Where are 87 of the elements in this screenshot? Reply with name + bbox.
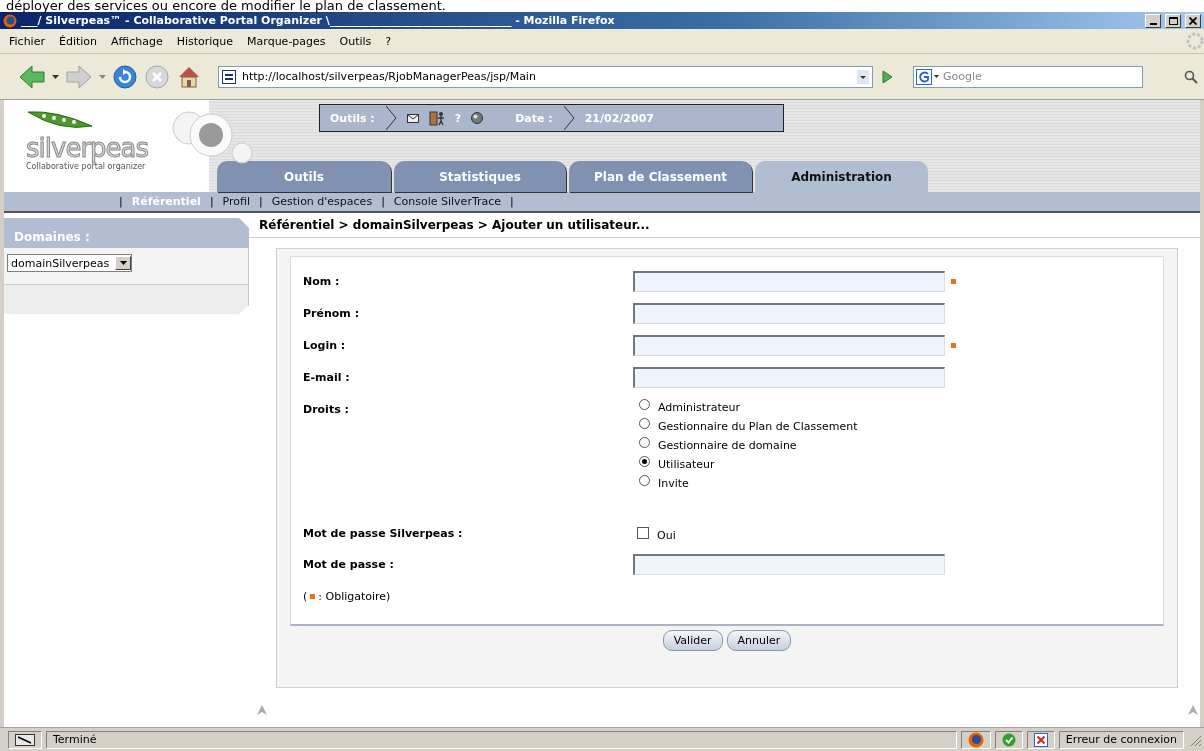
firefox-icon <box>3 13 17 28</box>
breadcrumb: Référentiel > domainSilverpeas > Ajouter un utilisateur... <box>249 213 1200 238</box>
dropdown-icon[interactable] <box>119 261 127 265</box>
window-button[interactable] <box>1165 13 1181 28</box>
field-label: Nom : <box>303 274 341 288</box>
address-field[interactable]: http://localhost/silverpeas/RjobManagerPeas/jsp/Main <box>218 65 873 88</box>
menu-item[interactable]: Marque-pages <box>240 34 333 48</box>
sidebar-title: Domaines : <box>4 218 249 248</box>
window-button[interactable] <box>1145 13 1161 28</box>
minimize-icon <box>1149 22 1157 25</box>
menu-item[interactable]: Fichier <box>2 34 52 48</box>
radio-button[interactable] <box>639 418 650 429</box>
subnav-link[interactable]: Profil <box>222 195 251 208</box>
search-box[interactable]: Google <box>913 65 1143 88</box>
validate-button[interactable]: Valider <box>662 630 723 651</box>
close-icon <box>1189 16 1197 25</box>
back-icon[interactable] <box>18 63 46 90</box>
logo-text: silverpeas <box>26 134 149 162</box>
domain-select[interactable]: domainSilverpeas <box>7 254 133 272</box>
dropdown-icon[interactable] <box>857 69 869 84</box>
text-input[interactable] <box>633 554 945 575</box>
reload-icon[interactable] <box>112 63 138 90</box>
radio-label: Gestionnaire de domaine <box>658 439 797 452</box>
chevron-icon <box>384 105 397 131</box>
field-label: Login : <box>303 338 347 352</box>
window-title: ___/ Silverpeas™ - Collaborative Portal Organizer \_________________________________ - Mozilla Firefox <box>21 14 616 27</box>
logo-tagline: Collaborative portal organizer <box>26 162 146 171</box>
status-text: Terminé <box>46 730 957 749</box>
google-icon[interactable] <box>916 68 940 85</box>
separator-text: | <box>119 195 123 208</box>
chevron-icon <box>562 105 575 131</box>
cancel-button[interactable]: Annuler <box>726 630 792 651</box>
dropdown-icon[interactable] <box>52 74 59 79</box>
error-icon[interactable] <box>1033 732 1048 747</box>
legend-paren: ( <box>303 590 308 603</box>
subnav-link[interactable]: Console SilverTrace <box>393 195 502 208</box>
triangle-icon <box>1188 705 1198 715</box>
address-text: http://localhost/silverpeas/RjobManagerPeas/jsp/Main <box>242 70 537 83</box>
text-input[interactable] <box>633 335 945 356</box>
tools-label: Outils : <box>330 111 375 125</box>
firefox-icon[interactable] <box>967 731 984 748</box>
pen-icon <box>15 733 35 746</box>
page-text: déployer des services ou encore de modifier le plan de classement. <box>5 0 447 12</box>
menu-item[interactable]: Outils <box>332 34 379 48</box>
checkbox[interactable] <box>637 526 649 539</box>
field-label: Mot de passe Silverpeas : <box>303 526 464 540</box>
connection-status: Erreur de connexion <box>1058 730 1184 749</box>
date-label: Date : <box>515 111 553 125</box>
radio-label: Gestionnaire du Plan de Classement <box>658 420 858 433</box>
subnav-link[interactable]: Gestion d'espaces <box>271 195 373 208</box>
date-text: 21/02/2007 <box>584 111 654 125</box>
radio-button[interactable] <box>639 437 650 448</box>
radio-label: Utilisateur <box>658 458 715 471</box>
menu-item[interactable]: Édition <box>51 34 104 48</box>
field-label: Mot de passe : <box>303 557 395 571</box>
radio-label: Invite <box>658 477 689 490</box>
separator-text: | <box>381 195 385 208</box>
field-label: Prénom : <box>303 306 361 320</box>
radio-label: Administrateur <box>658 401 740 414</box>
text-input[interactable] <box>633 303 945 324</box>
menu-item[interactable]: Affichage <box>104 34 170 48</box>
separator-text: | <box>209 195 214 208</box>
required-mark-icon <box>310 594 316 599</box>
triangle-icon <box>257 705 267 715</box>
window-button[interactable] <box>1185 13 1201 28</box>
mail-icon[interactable] <box>406 113 419 123</box>
globe-icon[interactable] <box>471 112 484 124</box>
legend-text: : Obligatoire) <box>318 590 391 603</box>
text-input[interactable] <box>633 271 945 292</box>
field-label: E-mail : <box>303 370 351 384</box>
door-person-icon[interactable] <box>428 110 445 126</box>
radio-button[interactable] <box>639 475 650 486</box>
radio-button[interactable] <box>639 456 650 467</box>
maximize-icon <box>1168 16 1178 25</box>
checkbox-label: Oui <box>657 529 676 542</box>
field-label: Droits : <box>303 402 350 416</box>
separator-text: | <box>259 195 263 208</box>
go-icon[interactable] <box>879 68 895 85</box>
search-icon[interactable] <box>1184 69 1198 84</box>
menu-item[interactable]: Historique <box>169 34 241 48</box>
radio-button[interactable] <box>639 399 650 410</box>
tab[interactable]: Administration <box>755 161 928 192</box>
separator-text: | <box>510 195 514 208</box>
page-icon <box>222 69 236 84</box>
text-input[interactable] <box>633 367 945 388</box>
check-icon[interactable] <box>1001 732 1016 747</box>
menu-item[interactable]: ? <box>378 34 399 48</box>
